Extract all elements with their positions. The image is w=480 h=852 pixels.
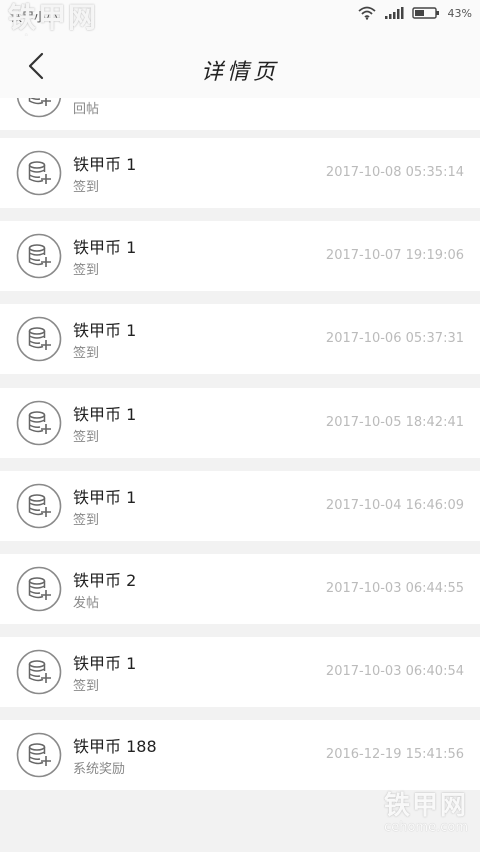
record-row: 铁甲币 1 签到 2017-10-04 16:46:09 — [0, 471, 480, 541]
record-row: 铁甲币 1 签到 2017-10-06 05:37:31 — [0, 304, 480, 374]
watermark-cn: 铁甲网 — [8, 1, 99, 34]
record-list[interactable]: 回帖 铁甲币 1 签到 2017-10-08 05:35:14 铁甲币 1 签到… — [0, 98, 480, 790]
coin-stack-icon — [16, 150, 62, 196]
coin-stack-icon — [16, 316, 62, 362]
record-title: 铁甲币 1 — [73, 155, 137, 174]
coin-stack-icon — [16, 98, 62, 118]
record-time: 2017-10-06 05:37:31 — [325, 331, 464, 346]
record-row: 回帖 — [0, 98, 480, 130]
battery-icon — [411, 7, 439, 19]
coin-stack-icon — [16, 233, 62, 279]
coin-stack-icon — [16, 483, 62, 529]
record-subtitle: 签到 — [73, 513, 100, 528]
record-title: 铁甲币 1 — [73, 654, 137, 673]
watermark-en: cehome.com — [384, 820, 468, 835]
record-row: 铁甲币 188 系统奖励 2016-12-19 15:41:56 — [0, 720, 480, 790]
record-row: 铁甲币 1 签到 2017-10-05 18:42:41 — [0, 388, 480, 458]
coin-stack-icon — [16, 400, 62, 446]
record-title: 铁甲币 1 — [73, 238, 137, 257]
record-title: 铁甲币 1 — [73, 405, 137, 424]
record-subtitle: 回帖 — [73, 102, 100, 117]
record-title: 铁甲币 188 — [73, 737, 157, 756]
record-time: 2017-10-04 16:46:09 — [325, 498, 464, 513]
record-subtitle: 签到 — [73, 346, 100, 361]
record-subtitle: 签到 — [73, 679, 100, 694]
watermark-logo-bottom: 铁甲网 cehome.com — [384, 793, 468, 834]
nav-bar: 详情页 — [0, 36, 480, 98]
record-title: 铁甲币 2 — [73, 571, 137, 590]
record-subtitle: 系统奖励 — [73, 762, 126, 777]
wifi-icon — [357, 6, 376, 20]
status-indicators: 43% — [357, 6, 472, 20]
status-bar: 铁甲小小 43% 铁甲网 cehome.com — [0, 0, 480, 48]
record-row: 铁甲币 1 签到 2017-10-03 06:40:54 — [0, 637, 480, 707]
coin-stack-icon — [16, 649, 62, 695]
record-row: 铁甲币 1 签到 2017-10-07 19:19:06 — [0, 221, 480, 291]
record-subtitle: 签到 — [73, 430, 100, 445]
coin-stack-icon — [16, 566, 62, 612]
record-time: 2017-10-03 06:44:55 — [325, 581, 464, 596]
record-time: 2017-10-08 05:35:14 — [325, 165, 464, 180]
record-subtitle: 发帖 — [73, 596, 100, 611]
coin-stack-icon — [16, 732, 62, 778]
record-time: 2017-10-03 06:40:54 — [325, 664, 464, 679]
record-time: 2016-12-19 15:41:56 — [325, 747, 464, 762]
record-subtitle: 签到 — [73, 263, 100, 278]
page-title: 详情页 — [200, 60, 279, 85]
record-time: 2017-10-05 18:42:41 — [325, 415, 464, 430]
record-row: 铁甲币 1 签到 2017-10-08 05:35:14 — [0, 138, 480, 208]
record-title: 铁甲币 1 — [73, 321, 137, 340]
signal-icon — [384, 7, 404, 19]
record-subtitle: 签到 — [73, 180, 100, 195]
watermark-cn: 铁甲网 — [383, 791, 468, 821]
battery-level: 43% — [447, 6, 472, 20]
record-title: 铁甲币 1 — [73, 488, 137, 507]
record-row: 铁甲币 2 发帖 2017-10-03 06:44:55 — [0, 554, 480, 624]
record-time: 2017-10-07 19:19:06 — [325, 248, 464, 263]
